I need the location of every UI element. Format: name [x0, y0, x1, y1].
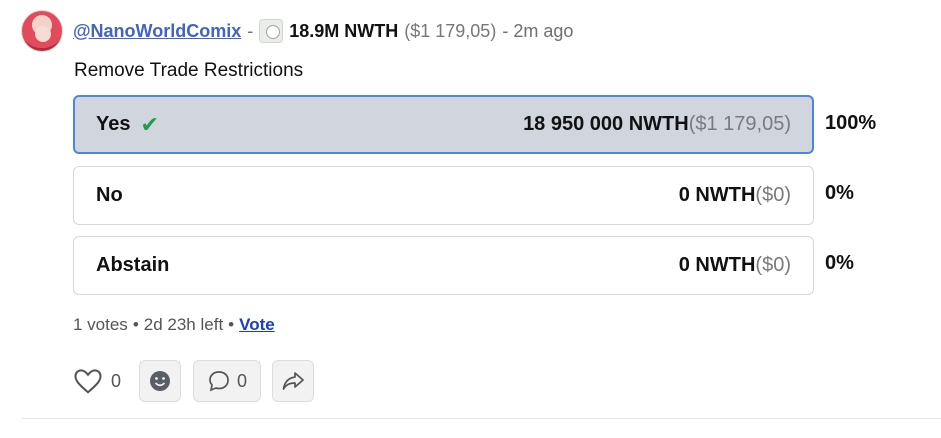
meta-dot: •	[228, 315, 235, 334]
post-time: - 2m ago	[502, 20, 574, 41]
like-count: 0	[111, 370, 122, 391]
username-link[interactable]: @NanoWorldComix	[73, 21, 241, 42]
option-percent-no: 0%	[825, 182, 854, 204]
votes-count: 1 votes	[73, 315, 128, 334]
vote-link[interactable]: Vote	[239, 315, 275, 335]
post-divider	[22, 418, 941, 419]
share-button[interactable]	[272, 360, 314, 402]
check-icon: ✔	[140, 111, 159, 137]
comment-count: 0	[236, 370, 247, 391]
emoji-icon	[150, 371, 170, 391]
option-label: Abstain	[96, 254, 170, 276]
option-label: No	[96, 184, 123, 206]
emoji-reaction-button[interactable]	[139, 360, 181, 402]
option-amount: 18 950 000 NWTH	[523, 113, 689, 135]
token-usd-value: ($1 179,05)	[404, 20, 497, 41]
like-button[interactable]: 0	[73, 367, 129, 395]
option-amount: 0 NWTH	[678, 184, 756, 206]
option-usd: ($0)	[755, 184, 791, 206]
option-usd: ($0)	[755, 254, 791, 276]
option-amount: 0 NWTH	[678, 254, 756, 276]
time-left: 2d 23h left	[143, 315, 224, 334]
poll-meta: 1 votes • 2d 23h left • Vote	[73, 315, 275, 335]
poll-option-no[interactable]: No 0 NWTH ($0)	[73, 166, 814, 225]
comment-icon	[209, 371, 229, 392]
token-icon	[259, 19, 284, 43]
header-separator: -	[247, 20, 254, 41]
user-avatar[interactable]	[21, 10, 63, 52]
poll-question: Remove Trade Restrictions	[74, 60, 304, 81]
heart-icon	[74, 369, 102, 394]
post-header: @NanoWorldComix - 18.9M NWTH ($1 179,05)…	[73, 18, 573, 44]
poll-option-abstain[interactable]: Abstain 0 NWTH ($0)	[73, 236, 814, 295]
option-label: Yes	[96, 113, 131, 135]
meta-dot: •	[132, 315, 139, 334]
comment-button[interactable]: 0	[193, 360, 261, 402]
token-amount: 18.9M NWTH	[289, 20, 399, 41]
option-percent-yes: 100%	[825, 112, 877, 134]
avatar-face	[35, 26, 51, 42]
option-usd: ($1 179,05)	[688, 113, 791, 135]
share-icon	[282, 372, 304, 390]
post-actions: 0 0	[73, 360, 314, 402]
poll-option-yes[interactable]: Yes ✔ 18 950 000 NWTH ($1 179,05)	[73, 95, 814, 154]
option-percent-abstain: 0%	[825, 252, 854, 274]
